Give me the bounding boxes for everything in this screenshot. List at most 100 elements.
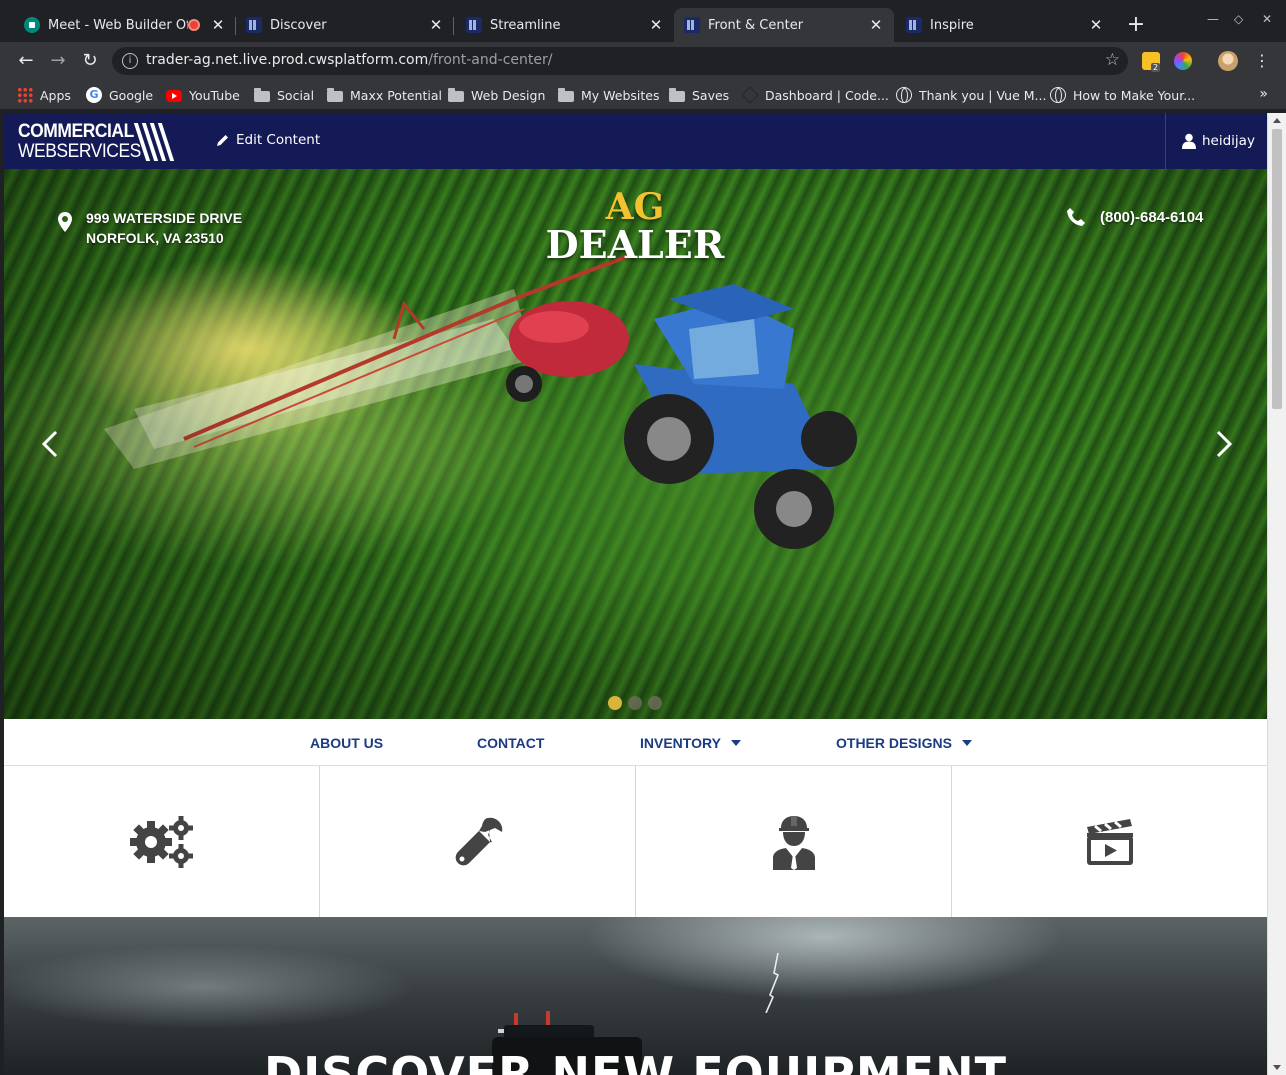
commercial-webservices-logo[interactable]: COMMERCIAL WEBSERVICES	[18, 121, 188, 163]
tab-title: Front & Center	[708, 17, 804, 33]
bookmark-youtube[interactable]: YouTube	[166, 86, 240, 104]
browser-window: Meet - Web Builder Offic ✕ Discover ✕ St…	[0, 0, 1286, 1075]
profile-avatar[interactable]	[1218, 51, 1238, 71]
bookmark-how-to-make[interactable]: How to Make Your...	[1050, 86, 1195, 104]
bookmark-star-icon[interactable]: ☆	[1105, 50, 1120, 70]
tile-parts[interactable]	[4, 766, 320, 917]
slider-dot-1[interactable]	[608, 696, 622, 710]
phone-icon	[1067, 208, 1085, 226]
site-info-icon[interactable]: i	[122, 53, 138, 69]
tab-discover[interactable]: Discover ✕	[236, 8, 454, 42]
slider-dots	[608, 696, 668, 710]
address-line-1: 999 WATERSIDE DRIVE	[86, 210, 243, 226]
tab-streamline[interactable]: Streamline ✕	[456, 8, 674, 42]
meet-favicon-icon	[24, 17, 40, 33]
close-tab-icon[interactable]: ✕	[210, 16, 226, 34]
tab-inspire[interactable]: Inspire ✕	[896, 8, 1114, 42]
minimize-icon[interactable]: —	[1207, 12, 1219, 26]
sticky-notes-extension-icon[interactable]: 2	[1142, 52, 1161, 72]
url-text: trader-ag.net.live.prod.cwsplatform.com/…	[146, 52, 553, 68]
page-scrollbar[interactable]	[1267, 113, 1286, 1075]
cws-favicon-icon	[684, 17, 700, 33]
bookmark-google[interactable]: G Google	[86, 86, 153, 104]
discover-equipment-banner: DISCOVER NEW EQUIPMENT	[4, 917, 1267, 1075]
pencil-icon	[217, 135, 228, 146]
user-icon	[1182, 133, 1196, 149]
close-window-icon[interactable]: ✕	[1262, 12, 1272, 26]
dealer-address: 999 WATERSIDE DRIVE NORFOLK, VA 23510	[58, 208, 242, 248]
tile-media[interactable]	[952, 766, 1267, 917]
logo-line-ag: AG	[605, 186, 665, 228]
main-navigation: ABOUT US CONTACT INVENTORY OTHER DESIGNS	[4, 719, 1267, 766]
cms-admin-header: COMMERCIAL WEBSERVICES Edit Content heid…	[4, 113, 1267, 169]
bookmark-saves[interactable]: Saves	[669, 86, 729, 104]
ag-dealer-logo[interactable]: AG DEALER	[535, 186, 735, 267]
folder-icon	[558, 88, 574, 102]
globe-icon	[1050, 87, 1066, 103]
nav-contact[interactable]: CONTACT	[477, 735, 544, 751]
cws-favicon-icon	[466, 17, 482, 33]
bookmark-web-design[interactable]: Web Design	[448, 86, 545, 104]
close-tab-icon[interactable]: ✕	[428, 16, 444, 34]
tab-title: Streamline	[490, 17, 561, 33]
restore-icon[interactable]: ◇	[1234, 12, 1243, 26]
tab-front-and-center[interactable]: Front & Center ✕	[674, 8, 894, 42]
technician-icon	[772, 815, 815, 870]
map-pin-icon	[58, 212, 72, 232]
address-bar[interactable]: i trader-ag.net.live.prod.cwsplatform.co…	[112, 47, 1128, 75]
tab-title: Meet - Web Builder Offic	[48, 17, 188, 33]
slider-prev-arrow-icon[interactable]	[38, 429, 62, 459]
bookmark-my-websites[interactable]: My Websites	[558, 86, 660, 104]
scroll-up-arrow-icon[interactable]	[1273, 118, 1281, 123]
edit-content-button[interactable]: Edit Content	[216, 132, 320, 148]
wrench-icon	[455, 817, 502, 865]
recording-icon	[188, 19, 200, 31]
folder-icon	[327, 88, 343, 102]
close-tab-icon[interactable]: ✕	[868, 16, 884, 34]
gears-icon	[129, 815, 193, 868]
user-menu[interactable]: heidijay	[1165, 113, 1267, 169]
nav-other-designs[interactable]: OTHER DESIGNS	[836, 735, 972, 751]
nav-inventory[interactable]: INVENTORY	[640, 735, 741, 751]
tile-service[interactable]	[320, 766, 636, 917]
close-tab-icon[interactable]: ✕	[1088, 16, 1104, 34]
tile-about-staff[interactable]	[636, 766, 952, 917]
nav-about-us[interactable]: ABOUT US	[310, 735, 383, 751]
extension-badge: 2	[1151, 63, 1161, 72]
folder-icon	[448, 88, 464, 102]
scroll-down-arrow-icon[interactable]	[1273, 1065, 1281, 1070]
logo-bars-icon	[133, 123, 175, 161]
address-line-2: NORFOLK, VA 23510	[86, 230, 224, 246]
slider-next-arrow-icon[interactable]	[1212, 429, 1236, 459]
bookmark-apps[interactable]: Apps	[17, 86, 71, 104]
tab-meet[interactable]: Meet - Web Builder Offic ✕	[14, 8, 236, 42]
new-tab-button[interactable]: +	[1124, 13, 1148, 37]
codepen-icon	[741, 86, 759, 104]
forward-arrow-icon[interactable]: →	[46, 49, 70, 73]
slider-dot-3[interactable]	[648, 696, 662, 710]
video-clapper-icon	[1086, 818, 1133, 865]
cws-favicon-icon	[906, 17, 922, 33]
folder-icon	[669, 88, 685, 102]
close-tab-icon[interactable]: ✕	[648, 16, 664, 34]
bookmarks-overflow-icon[interactable]: »	[1259, 86, 1268, 102]
google-icon: G	[86, 87, 102, 103]
bookmark-dashboard-code[interactable]: Dashboard | Code...	[741, 86, 889, 104]
slider-dot-2[interactable]	[628, 696, 642, 710]
bookmark-maxx-potential[interactable]: Maxx Potential	[327, 86, 442, 104]
cws-favicon-icon	[246, 17, 262, 33]
browser-toolbar: ← → ↻ i trader-ag.net.live.prod.cwsplatf…	[0, 42, 1286, 80]
reload-icon[interactable]: ↻	[78, 49, 102, 73]
scrollbar-thumb[interactable]	[1272, 129, 1282, 409]
youtube-icon	[166, 90, 182, 102]
menu-kebab-icon[interactable]: ⋮	[1250, 49, 1274, 73]
color-picker-extension-icon[interactable]	[1174, 52, 1192, 70]
tab-title: Inspire	[930, 17, 974, 33]
dealer-phone[interactable]: (800)-684-6104	[1066, 207, 1203, 227]
bookmark-social[interactable]: Social	[254, 86, 314, 104]
logo-line-dealer: DEALER	[545, 222, 725, 267]
back-arrow-icon[interactable]: ←	[14, 49, 38, 73]
bookmark-thank-you-vue[interactable]: Thank you | Vue M...	[896, 86, 1046, 104]
hero-slider: 999 WATERSIDE DRIVE NORFOLK, VA 23510 AG…	[4, 169, 1267, 719]
folder-icon	[254, 88, 270, 102]
